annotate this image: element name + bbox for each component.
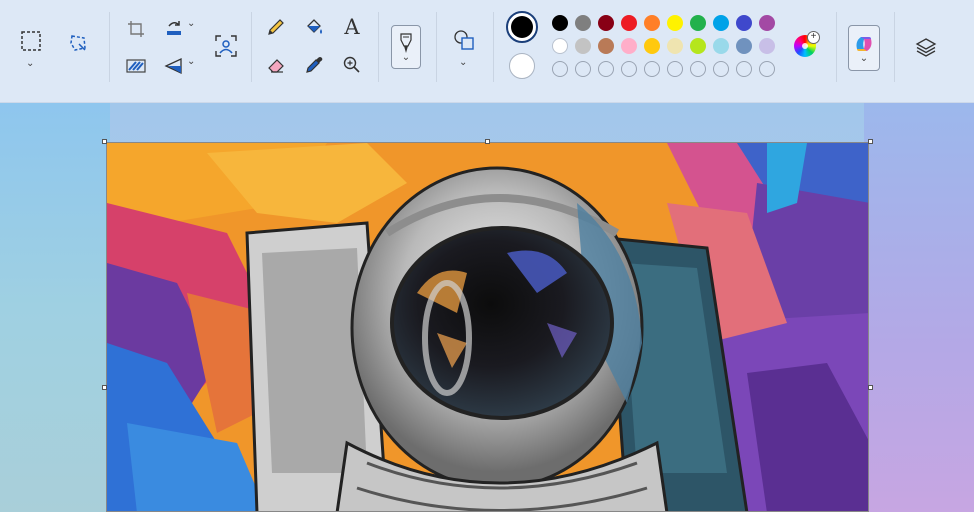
separator — [493, 12, 494, 82]
select-rectangle-button[interactable] — [18, 28, 44, 54]
resize-icon — [126, 59, 146, 73]
palette-color-swatch[interactable] — [759, 38, 775, 54]
brush-icon — [400, 33, 412, 53]
shapes-icon — [454, 30, 474, 50]
crop-button[interactable] — [125, 18, 147, 40]
palette-color-swatch[interactable] — [713, 38, 729, 54]
palette-color-swatch[interactable] — [690, 38, 706, 54]
separator — [251, 12, 252, 82]
custom-color-slot[interactable] — [759, 61, 775, 77]
shapes-button[interactable] — [452, 28, 476, 52]
select-rectangle-icon — [21, 31, 41, 51]
palette-color-swatch[interactable] — [667, 38, 683, 54]
primary-color-button[interactable] — [506, 11, 538, 43]
pencil-icon — [268, 19, 284, 35]
drawing-canvas[interactable] — [106, 142, 869, 512]
palette-color-swatch[interactable] — [667, 15, 683, 31]
copilot-chevron-down-icon: ⌄ — [859, 53, 869, 64]
magnifier-icon — [343, 56, 360, 73]
palette-color-swatch[interactable] — [736, 38, 752, 54]
custom-color-slot[interactable] — [552, 61, 568, 77]
resize-handle[interactable] — [485, 139, 490, 144]
brushes-button[interactable]: ⌄ — [391, 25, 421, 69]
primary-color-swatch — [511, 16, 533, 38]
copilot-icon — [856, 37, 872, 51]
palette-color-swatch[interactable] — [644, 15, 660, 31]
palette-color-swatch[interactable] — [552, 38, 568, 54]
custom-color-slot[interactable] — [644, 61, 660, 77]
layers-icon — [915, 38, 937, 57]
palette-color-swatch[interactable] — [690, 15, 706, 31]
text-icon: A — [344, 15, 360, 39]
custom-color-slot[interactable] — [713, 61, 729, 77]
astronaut-painting — [107, 143, 868, 511]
crop-icon — [128, 21, 144, 37]
resize-handle[interactable] — [102, 385, 107, 390]
custom-color-slot[interactable] — [598, 61, 614, 77]
rotate-icon — [167, 21, 181, 35]
palette-color-swatch[interactable] — [736, 15, 752, 31]
fill-button[interactable] — [303, 16, 325, 38]
text-button[interactable]: A — [340, 14, 364, 40]
palette-color-swatch[interactable] — [621, 38, 637, 54]
palette-color-swatch[interactable] — [598, 15, 614, 31]
rotate-button[interactable] — [163, 16, 185, 38]
separator — [836, 12, 837, 82]
palette-color-swatch[interactable] — [575, 38, 591, 54]
separator — [109, 12, 110, 82]
eraser-button[interactable] — [265, 54, 287, 76]
custom-color-slot[interactable] — [736, 61, 752, 77]
shapes-chevron-down-icon[interactable]: ⌄ — [459, 57, 467, 68]
flip-button[interactable] — [163, 55, 185, 77]
separator — [436, 12, 437, 82]
copilot-button[interactable]: ⌄ — [848, 25, 880, 71]
flip-chevron-down-icon[interactable]: ⌄ — [187, 56, 195, 67]
separator — [378, 12, 379, 82]
palette-color-swatch[interactable] — [759, 15, 775, 31]
rotate-chevron-down-icon[interactable]: ⌄ — [187, 18, 195, 29]
edit-colors-button[interactable]: + — [793, 31, 820, 58]
color-wheel-icon: + — [794, 31, 820, 57]
eraser-icon — [268, 59, 284, 73]
plus-icon: + — [807, 31, 820, 44]
separator — [894, 12, 895, 82]
palette-color-swatch[interactable] — [713, 15, 729, 31]
free-select-icon — [70, 35, 86, 51]
palette-color-swatch[interactable] — [552, 15, 568, 31]
custom-color-slot[interactable] — [667, 61, 683, 77]
eyedropper-icon — [306, 57, 323, 73]
workspace-right-background — [864, 102, 974, 512]
magnifier-button[interactable] — [341, 54, 363, 76]
palette-color-swatch[interactable] — [598, 38, 614, 54]
resize-handle[interactable] — [868, 139, 873, 144]
pencil-button[interactable] — [265, 16, 287, 38]
brushes-chevron-down-icon: ⌄ — [401, 52, 411, 63]
select-chevron-down-icon[interactable]: ⌄ — [26, 58, 34, 69]
palette-color-swatch[interactable] — [621, 15, 637, 31]
toolbar: ⌄ ⌄ ⌄ A ⌄ ⌄ + ⌄ — [0, 0, 974, 103]
background-removal-icon — [215, 35, 237, 57]
palette-color-swatch[interactable] — [644, 38, 660, 54]
custom-color-slot[interactable] — [690, 61, 706, 77]
custom-color-slot[interactable] — [621, 61, 637, 77]
layers-button[interactable] — [914, 35, 938, 59]
flip-icon — [164, 57, 182, 75]
resize-button[interactable] — [125, 55, 147, 77]
resize-handle[interactable] — [868, 385, 873, 390]
resize-handle[interactable] — [102, 139, 107, 144]
free-select-button[interactable] — [65, 30, 91, 56]
workspace-left-background — [0, 102, 110, 512]
secondary-color-button[interactable] — [509, 53, 535, 79]
fill-bucket-icon — [307, 19, 322, 34]
palette-color-swatch[interactable] — [575, 15, 591, 31]
custom-color-slot[interactable] — [575, 61, 591, 77]
background-removal-button[interactable] — [213, 33, 239, 59]
color-picker-button[interactable] — [303, 54, 325, 76]
